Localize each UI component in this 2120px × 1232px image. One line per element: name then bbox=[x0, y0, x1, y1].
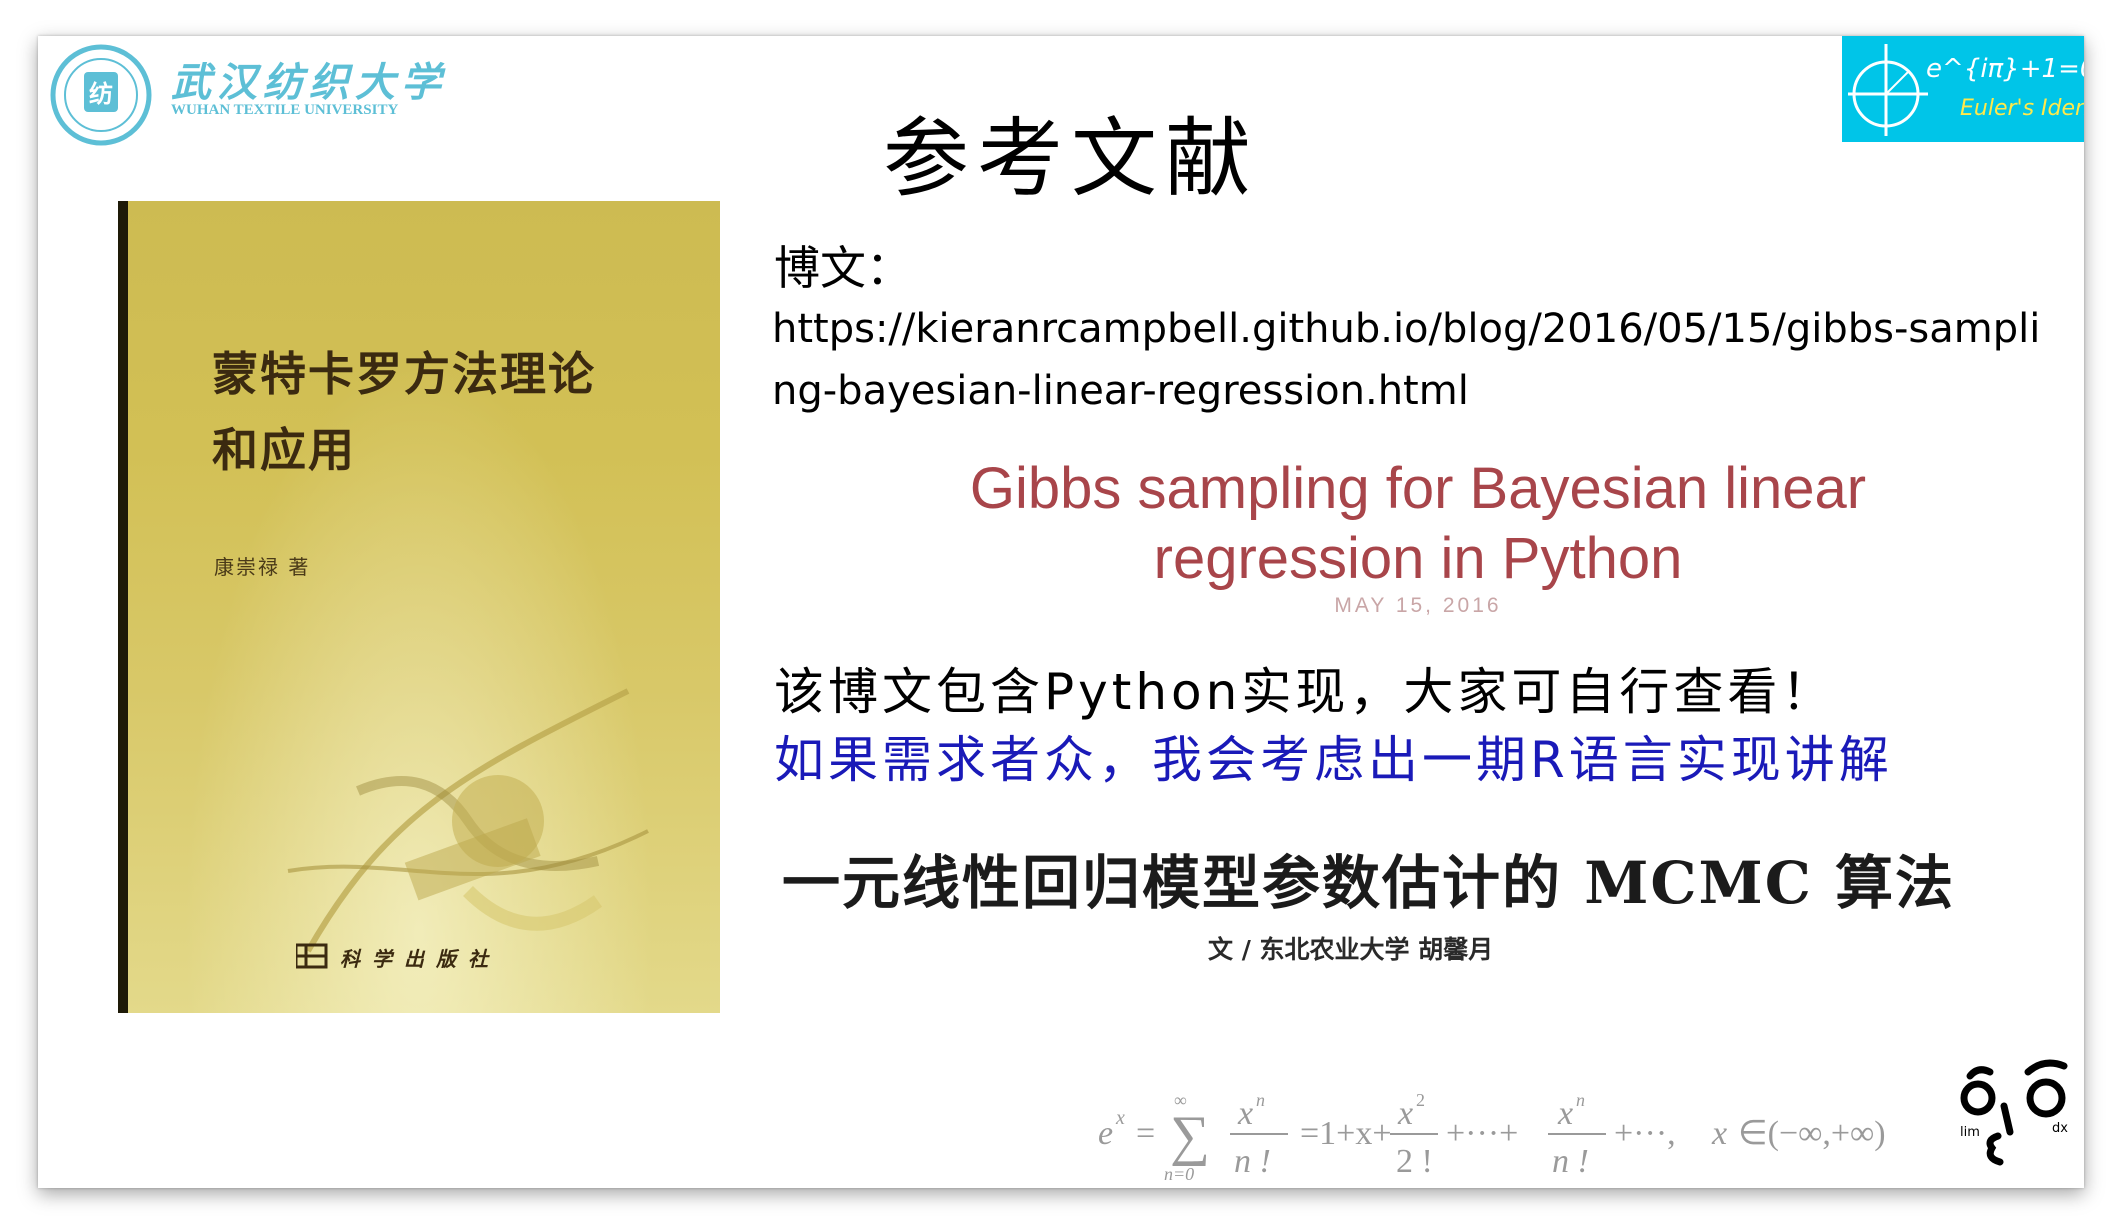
svg-text:2 !: 2 ! bbox=[1396, 1143, 1433, 1180]
paper-title: 一元线性回归模型参数估计的 MCMC 算法 bbox=[782, 849, 1956, 917]
publisher-logo-icon bbox=[296, 943, 328, 969]
slide: 纺 武汉纺织大学 WUHAN TEXTILE UNIVERSITY 参考文献 e… bbox=[38, 36, 2084, 1188]
svg-text:x: x bbox=[1397, 1095, 1413, 1132]
blog-url-link[interactable]: https://kieranrcampbell.github.io/blog/2… bbox=[772, 298, 2062, 422]
university-name-en: WUHAN TEXTILE UNIVERSITY bbox=[171, 102, 399, 118]
svg-text:n !: n ! bbox=[1234, 1143, 1271, 1180]
svg-text:∑: ∑ bbox=[1170, 1105, 1210, 1167]
book-title: 蒙特卡罗方法理论 和应用 bbox=[212, 336, 596, 488]
note-r-language: 如果需求者众，我会考虑出一期R语言实现讲解 bbox=[774, 731, 1893, 789]
svg-text:x: x bbox=[1237, 1095, 1253, 1132]
book-title-line1: 蒙特卡罗方法理论 bbox=[212, 347, 596, 401]
svg-text:n: n bbox=[1256, 1090, 1265, 1110]
exponential-series-formula: ex = ∑ ∞ n=0 xn n ! =1+x+ x2 2 ! +···+ x… bbox=[1098, 1090, 1886, 1184]
book-title-line2: 和应用 bbox=[212, 423, 356, 477]
svg-text:e: e bbox=[1098, 1115, 1113, 1152]
article-title-line1: Gibbs sampling for Bayesian linear bbox=[969, 456, 1867, 521]
university-logo: 纺 武汉纺织大学 WUHAN TEXTILE UNIVERSITY bbox=[46, 42, 486, 152]
svg-text:2: 2 bbox=[1416, 1090, 1425, 1110]
svg-text:n !: n ! bbox=[1552, 1143, 1589, 1180]
book-cover-art bbox=[287, 688, 649, 953]
euler-caption: Euler's Identity bbox=[1960, 96, 2084, 121]
article-title: Gibbs sampling for Bayesian linear regre… bbox=[868, 454, 1968, 594]
euler-badge: e^{iπ}+1=0 Euler's Identity bbox=[1842, 36, 2084, 142]
book-author: 康崇禄 著 bbox=[214, 555, 311, 579]
university-name-cn: 武汉纺织大学 bbox=[171, 59, 447, 106]
svg-text:+···,: +···, bbox=[1614, 1115, 1676, 1152]
article-date: MAY 15, 2016 bbox=[1334, 594, 1502, 617]
svg-text:=1+x+: =1+x+ bbox=[1300, 1115, 1392, 1152]
euler-formula: e^{iπ}+1=0 bbox=[1926, 54, 2084, 84]
svg-text:dx: dx bbox=[2052, 1121, 2068, 1136]
university-seal-icon: 纺 bbox=[50, 44, 152, 146]
book-cover: 蒙特卡罗方法理论 和应用 康崇禄 著 科学出版社 bbox=[118, 201, 720, 1013]
svg-text:x: x bbox=[1557, 1095, 1573, 1132]
svg-text:lim: lim bbox=[1960, 1125, 1980, 1140]
svg-text:+···+: +···+ bbox=[1446, 1115, 1518, 1152]
paper-author: 文 / 东北农业大学 胡馨月 bbox=[1208, 935, 1494, 964]
calculus-emoticon-icon: lim dx bbox=[1960, 1059, 2068, 1166]
page-title: 参考文献 bbox=[883, 109, 1259, 209]
svg-text:x: x bbox=[1711, 1115, 1727, 1152]
svg-text:纺: 纺 bbox=[89, 80, 113, 108]
article-title-line2: regression in Python bbox=[1153, 526, 1683, 591]
svg-text:x: x bbox=[1115, 1107, 1125, 1129]
book-publisher: 科学出版社 bbox=[340, 947, 500, 971]
note-python: 该博文包含Python实现，大家可自行查看！ bbox=[774, 663, 1836, 721]
svg-text:n=0: n=0 bbox=[1164, 1164, 1194, 1184]
svg-text:=: = bbox=[1136, 1115, 1155, 1152]
unit-circle-icon bbox=[1848, 44, 1928, 136]
svg-text:∞: ∞ bbox=[1174, 1090, 1187, 1110]
book-spine bbox=[118, 201, 128, 1013]
svg-text:n: n bbox=[1576, 1090, 1585, 1110]
svg-text:∈(−∞,+∞): ∈(−∞,+∞) bbox=[1738, 1115, 1886, 1152]
blog-label: 博文： bbox=[774, 241, 912, 295]
